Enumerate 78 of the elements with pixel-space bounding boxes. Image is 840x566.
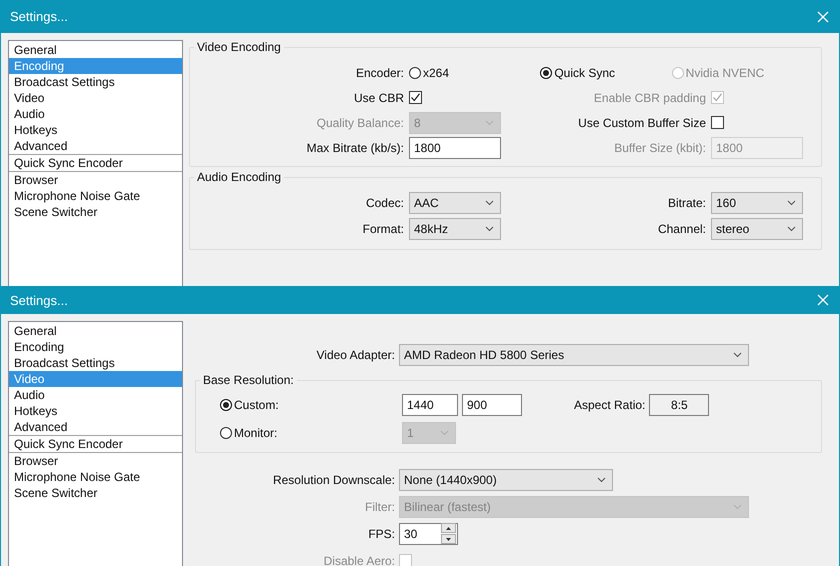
field-label: Use CBR xyxy=(352,90,405,104)
window-title: Settings... xyxy=(10,292,68,308)
sidebar-item[interactable]: Quick Sync Encoder xyxy=(9,155,182,171)
field-label: Quality Balance: xyxy=(316,116,405,130)
dropdown[interactable]: AMD Radeon HD 5800 Series xyxy=(399,344,749,366)
text-field[interactable]: 1800 xyxy=(409,136,501,158)
sidebar-item[interactable]: Hotkeys xyxy=(9,403,182,419)
field-label: FPS: xyxy=(367,526,396,540)
sidebar-item[interactable]: Scene Switcher xyxy=(9,485,182,501)
chevron-down-icon xyxy=(485,226,494,232)
sidebar-item[interactable]: Video xyxy=(9,90,182,106)
sidebar-item[interactable]: Advanced xyxy=(9,138,182,154)
field-label: Enable CBR padding xyxy=(592,90,707,104)
checkbox[interactable] xyxy=(409,91,422,104)
group-title: Audio Encoding xyxy=(196,170,282,184)
radio-button[interactable] xyxy=(220,399,232,411)
caret-down-icon xyxy=(446,538,451,540)
readonly-field: 8:5 xyxy=(649,394,710,416)
sidebar-item[interactable]: Audio xyxy=(9,387,182,403)
field-label: Codec: xyxy=(364,196,405,210)
dropdown[interactable]: 48kHz xyxy=(409,218,501,240)
sidebar-item[interactable]: Broadcast Settings xyxy=(9,74,182,90)
field-label: Bitrate: xyxy=(666,196,707,210)
chevron-down-icon xyxy=(787,226,796,232)
chevron-down-icon xyxy=(787,200,796,206)
field-label: Buffer Size (kbit): xyxy=(613,140,707,154)
field-label: Format: xyxy=(362,222,405,236)
radio-button[interactable] xyxy=(540,66,552,78)
dropdown[interactable]: 160 xyxy=(711,192,803,214)
number-field[interactable]: 30 xyxy=(399,522,458,544)
radio-button[interactable] xyxy=(409,66,421,78)
radio-button[interactable] xyxy=(220,427,232,439)
sidebar-item[interactable]: Scene Switcher xyxy=(9,204,182,220)
dropdown[interactable]: AAC xyxy=(409,192,501,214)
field-label: Channel: xyxy=(656,222,707,236)
text-field[interactable]: 1440 xyxy=(402,394,458,416)
close-icon[interactable] xyxy=(817,294,829,306)
option-label[interactable]: Custom: xyxy=(234,398,279,412)
sidebar-item[interactable]: General xyxy=(9,42,182,58)
field-label: Use Custom Buffer Size xyxy=(577,116,707,130)
chevron-down-icon xyxy=(485,200,494,206)
sidebar-item[interactable]: Hotkeys xyxy=(9,122,182,138)
chevron-down-icon xyxy=(733,352,742,358)
group-title: Base Resolution: xyxy=(202,373,295,387)
close-icon[interactable] xyxy=(817,10,829,22)
sidebar-item[interactable]: Audio xyxy=(9,106,182,122)
sidebar-item[interactable]: Microphone Noise Gate xyxy=(9,188,182,204)
dropdown[interactable]: None (1440x900) xyxy=(399,468,613,490)
sidebar-item[interactable]: General xyxy=(9,323,182,339)
option-label[interactable]: Monitor: xyxy=(234,426,278,440)
window-title: Settings... xyxy=(10,9,68,24)
field-label: Filter: xyxy=(364,500,396,514)
chevron-down-icon xyxy=(597,476,606,482)
field-label: Max Bitrate (kb/s): xyxy=(306,140,405,154)
chevron-down-icon xyxy=(485,120,494,126)
dropdown[interactable]: stereo xyxy=(711,218,803,240)
group-title: Video Encoding xyxy=(196,40,282,54)
sidebar-item[interactable]: Quick Sync Encoder xyxy=(9,436,182,452)
sidebar-item[interactable]: Browser xyxy=(9,172,182,188)
spin-down-button[interactable] xyxy=(441,534,456,544)
spin-up-button[interactable] xyxy=(441,523,456,533)
text-field[interactable]: 900 xyxy=(462,394,522,416)
option-label[interactable]: Quick Sync xyxy=(554,66,616,80)
option-label[interactable]: x264 xyxy=(423,66,450,80)
sidebar-item[interactable]: Encoding xyxy=(9,339,182,355)
field-label: Encoder: xyxy=(354,66,405,80)
sidebar-item[interactable]: Broadcast Settings xyxy=(9,355,182,371)
field-label: Video Adapter: xyxy=(315,348,396,362)
sidebar-item[interactable]: Browser xyxy=(9,453,182,469)
checkbox[interactable] xyxy=(711,116,724,129)
field-label: Disable Aero: xyxy=(322,554,396,566)
chevron-down-icon xyxy=(733,504,742,510)
field-label: Aspect Ratio: xyxy=(574,398,646,412)
sidebar-item[interactable]: Microphone Noise Gate xyxy=(9,469,182,485)
caret-up-icon xyxy=(446,526,451,530)
field-label: Resolution Downscale: xyxy=(272,472,396,486)
sidebar-item[interactable]: Advanced xyxy=(9,419,182,435)
chevron-down-icon xyxy=(440,430,449,436)
